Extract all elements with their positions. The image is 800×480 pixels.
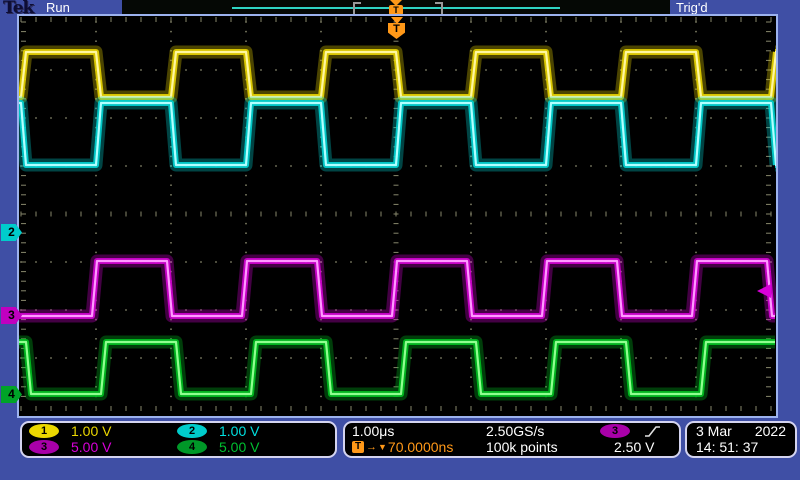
year-readout: 2022: [755, 423, 786, 439]
trigger-time-arrow-icon[interactable]: [391, 17, 403, 24]
channel-4-badge[interactable]: 4: [177, 440, 207, 454]
trigger-flag-icon: T: [352, 441, 364, 453]
trigger-source-badge[interactable]: 3: [600, 424, 630, 438]
rising-edge-icon: [644, 424, 662, 439]
channel-1-badge[interactable]: 1: [29, 424, 59, 438]
channel-1-scale: 1.00 V: [71, 423, 177, 439]
channel-2-badge[interactable]: 2: [177, 424, 207, 438]
record-length-readout: 100k points: [486, 439, 600, 455]
sample-rate-readout: 2.50GS/s: [486, 423, 600, 439]
trigger-level-marker-icon[interactable]: [757, 284, 771, 298]
oscilloscope-screen: Tek Run T Trig'd T 2 3 4 1 1.00 V 2 1.00…: [0, 0, 800, 480]
horizontal-trigger-readout-box: 1.00μs 2.50GS/s 3 T → ▼ 70.0000ns 100k p…: [343, 421, 681, 458]
graticule-frame: [17, 14, 778, 418]
record-view-bar[interactable]: T: [122, 0, 670, 15]
trigger-level-readout: 2.50 V: [614, 439, 654, 455]
time-readout: 14: 51: 37: [696, 439, 758, 455]
timebase-readout: 1.00μs: [352, 423, 486, 439]
trigger-position-value: 70.0000ns: [388, 439, 453, 455]
acquisition-status: Run: [46, 0, 70, 15]
channel-readout-box: 1 1.00 V 2 1.00 V 3 5.00 V 4 5.00 V: [20, 421, 337, 458]
trigger-position-readout: T → ▼ 70.0000ns: [352, 439, 486, 455]
channel-3-badge[interactable]: 3: [29, 440, 59, 454]
triangle-down-icon: ▼: [378, 442, 387, 452]
waveform-plot: [19, 16, 776, 416]
date-readout: 3 Mar: [696, 423, 732, 439]
channel-2-scale: 1.00 V: [219, 423, 325, 439]
channel-4-scale: 5.00 V: [219, 439, 325, 455]
arrow-right-icon: →: [366, 441, 377, 453]
channel-3-scale: 5.00 V: [71, 439, 177, 455]
datetime-box: 3 Mar 2022 14: 51: 37: [685, 421, 797, 458]
trigger-status: Trig'd: [676, 0, 708, 15]
